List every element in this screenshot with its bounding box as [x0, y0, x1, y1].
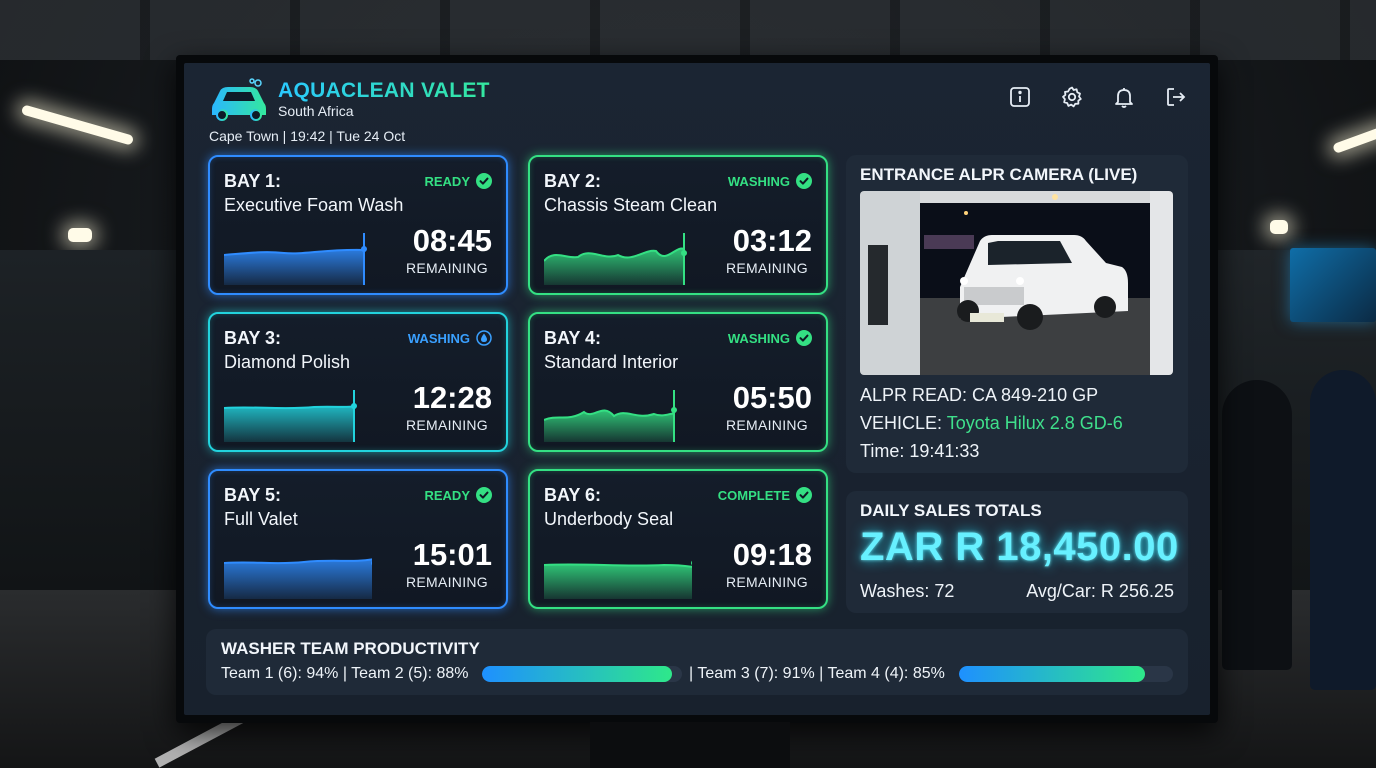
bay-service-name: Diamond Polish: [224, 352, 351, 372]
camera-image: [860, 191, 1173, 375]
bay-remaining-label: REMAINING: [405, 260, 488, 276]
bay-activity-chart: [544, 233, 687, 285]
bay-status-label: READY: [424, 173, 470, 189]
bay-title: BAY 3:: [224, 328, 282, 348]
team-progress-bar-2: [959, 666, 1173, 682]
bay-service-name: Executive Foam Wash: [224, 195, 404, 215]
check-icon: [476, 487, 492, 503]
bay-activity-chart: [224, 390, 357, 442]
alpr-time: Time: 19:41:33: [860, 441, 980, 461]
bay-status: READY: [424, 487, 492, 503]
bay-status-label: WASHING: [407, 330, 470, 346]
bay-service-name: Underbody Seal: [544, 509, 674, 529]
bay-activity-chart: [544, 560, 692, 599]
team-progress-fill-2: [959, 666, 1146, 682]
bay-status-label: COMPLETE: [717, 487, 790, 503]
dashboard-screen: AQUACLEAN VALET South Africa Cape Town |…: [184, 63, 1210, 715]
ceiling-lamp: [1270, 220, 1288, 234]
daily-sales-panel: DAILY SALES TOTALS ZAR R 18,450.00 Washe…: [846, 491, 1188, 613]
bay-status-label: WASHING: [727, 173, 790, 189]
team-productivity-panel: WASHER TEAM PRODUCTIVITY Team 1 (6): 94%…: [206, 629, 1188, 695]
bay-status: WASHING: [728, 330, 812, 346]
bay-card-6[interactable]: BAY 6: Underbody Seal COMPLETE 09:18 REMAINI…: [528, 469, 828, 609]
bay-remaining-label: REMAINING: [405, 574, 488, 590]
bay-status: WASHING: [408, 330, 492, 346]
bay-activity-chart: [224, 233, 367, 285]
bay-activity-chart: [224, 558, 372, 599]
location-time-date: Cape Town | 19:42 | Tue 24 Oct: [209, 128, 406, 144]
check-icon: [796, 487, 812, 503]
bay-time-remaining: 08:45: [412, 223, 492, 258]
check-icon: [796, 173, 812, 189]
team-progress-fill-1: [482, 666, 672, 682]
bay-card-5[interactable]: BAY 5: Full Valet READY 15:01 REMAINING: [208, 469, 508, 609]
garage-ceiling: [0, 0, 1376, 60]
ceiling-lamp: [1332, 124, 1376, 154]
bay-time-remaining: 15:01: [412, 537, 492, 572]
alpr-camera-feed[interactable]: [860, 191, 1173, 375]
bay-remaining-label: REMAINING: [725, 417, 808, 433]
bay-card-3[interactable]: BAY 3: Diamond Polish WASHING 12:28 REMAININ…: [208, 312, 508, 452]
bay-card-1[interactable]: BAY 1: Executive Foam Wash READY 08:45 REMAI…: [208, 155, 508, 295]
alpr-read: ALPR READ: CA 849-210 GP: [860, 385, 1099, 405]
bay-service-name: Standard Interior: [544, 352, 679, 372]
check-icon: [796, 330, 812, 346]
bay-status-label: WASHING: [727, 330, 790, 346]
monitor-stand: [590, 722, 790, 768]
gear-icon[interactable]: [1060, 85, 1084, 109]
bay-service-name: Chassis Steam Clean: [544, 195, 718, 215]
avg-per-car: Avg/Car: R 256.25: [1026, 581, 1174, 601]
bay-card-4[interactable]: BAY 4: Standard Interior WASHING 05:50 REMAI…: [528, 312, 828, 452]
alpr-camera-panel: ENTRANCE ALPR CAMERA (LIVE) ALPR READ: C…: [846, 155, 1188, 473]
bay-remaining-label: REMAINING: [725, 574, 808, 590]
vehicle-label: VEHICLE:: [860, 413, 947, 433]
alpr-vehicle: VEHICLE: Toyota Hilux 2.8 GD-6: [860, 413, 1123, 434]
bay-title: BAY 4:: [544, 328, 602, 348]
background-screen: [1290, 248, 1376, 322]
bay-status: READY: [424, 173, 492, 189]
background-worker: [1222, 380, 1292, 670]
team-panel-title: WASHER TEAM PRODUCTIVITY: [221, 639, 480, 658]
bay-time-remaining: 05:50: [732, 380, 812, 415]
bay-time-remaining: 12:28: [412, 380, 492, 415]
bay-remaining-label: REMAINING: [405, 417, 488, 433]
garage-wall-left: [0, 250, 178, 590]
logout-icon[interactable]: [1164, 85, 1188, 109]
bay-title: BAY 6:: [544, 485, 602, 505]
info-icon[interactable]: [1008, 85, 1032, 109]
bay-time-remaining: 09:18: [732, 537, 812, 572]
bay-title: BAY 2:: [544, 171, 602, 191]
bay-time-remaining: 03:12: [732, 223, 812, 258]
sales-panel-title: DAILY SALES TOTALS: [860, 501, 1042, 520]
washes-count: Washes: 72: [860, 581, 955, 601]
background-worker: [1310, 370, 1376, 690]
ceiling-lamp: [68, 228, 92, 242]
check-icon: [476, 173, 492, 189]
header-actions: [1008, 85, 1188, 109]
alpr-panel-title: ENTRANCE ALPR CAMERA (LIVE): [860, 165, 1138, 184]
brand-title: AQUACLEAN VALET: [278, 79, 490, 102]
team-progress-bar-1: [482, 666, 682, 682]
bay-status-label: READY: [424, 487, 470, 503]
team-stats-right: | Team 3 (7): 91% | Team 4 (4): 85%: [689, 665, 945, 682]
bay-card-2[interactable]: BAY 2: Chassis Steam Clean WASHING 03:12 REM…: [528, 155, 828, 295]
car-logo-icon: [212, 78, 266, 121]
bay-title: BAY 5:: [224, 485, 282, 505]
bay-status: WASHING: [728, 173, 812, 189]
ceiling-lamp: [20, 104, 135, 146]
bay-remaining-label: REMAINING: [725, 260, 808, 276]
sales-total-value: ZAR R 18,450.00: [860, 525, 1179, 569]
bay-title: BAY 1:: [224, 171, 282, 191]
brand-subtitle: South Africa: [278, 103, 354, 119]
vehicle-value: Toyota Hilux 2.8 GD-6: [946, 413, 1123, 433]
bay-service-name: Full Valet: [224, 509, 298, 529]
droplet-icon: [476, 330, 492, 346]
bay-status: COMPLETE: [718, 487, 812, 503]
bay-activity-chart: [544, 390, 677, 442]
bell-icon[interactable]: [1112, 85, 1136, 109]
team-stats-left: Team 1 (6): 94% | Team 2 (5): 88%: [221, 665, 469, 682]
